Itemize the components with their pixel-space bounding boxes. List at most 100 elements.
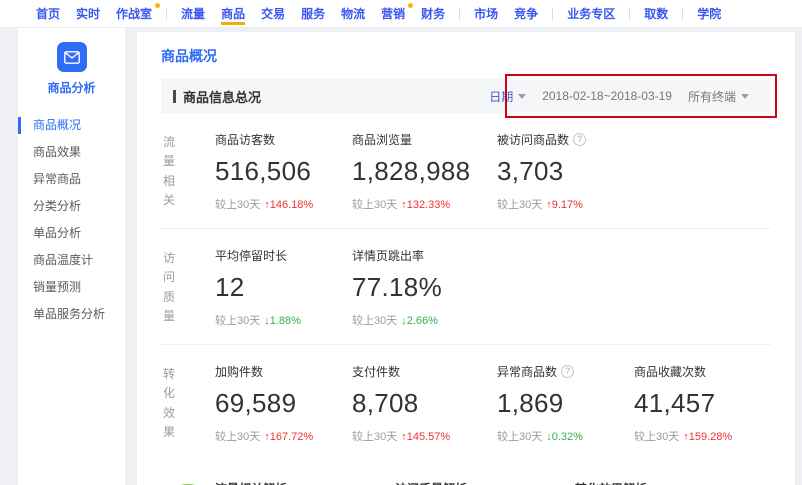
compare-label: 较上30天 xyxy=(634,431,679,443)
terminal-filter-label: 所有终端 xyxy=(688,88,736,105)
sidebar-item-single-product-service[interactable]: 单品服务分析 xyxy=(18,301,125,328)
nav-group: 首页 实时 作战室 xyxy=(28,0,160,27)
nav-item-label: 作战室 xyxy=(116,5,152,22)
metric-row-traffic: 流量相关 商品访客数 516,506 较上30天 ↑146.18% 商品浏览量 1… xyxy=(161,113,771,229)
sidebar-panel: 商品分析 商品概况 商品效果 异常商品 分类分析 单品分析 商品温度计 销量预测… xyxy=(18,28,125,485)
chevron-down-icon xyxy=(741,94,749,99)
page-title: 商品概况 xyxy=(161,46,771,66)
help-icon[interactable]: ? xyxy=(573,133,586,146)
nav-item-logistics[interactable]: 物流 xyxy=(333,0,373,27)
nav-item-finance[interactable]: 财务 xyxy=(413,0,453,27)
nav-group: 市场 竞争 xyxy=(466,0,546,27)
nav-divider xyxy=(682,8,683,20)
nav-item-marketing[interactable]: 营销 xyxy=(373,0,413,27)
metric-row-quality: 访问质量 平均停留时长 12 较上30天↓1.88% 详情页跳出率 77.18%… xyxy=(161,229,771,345)
sidebar-item-sales-forecast[interactable]: 销量预测 xyxy=(18,274,125,301)
metric-card-paid-items: 支付件数 8,708 较上30天↑145.57% xyxy=(352,363,497,444)
insight-title: 转化效果解析 xyxy=(575,480,755,485)
metric-card-abnormal-products: 异常商品数? 1,869 较上30天↓0.32% xyxy=(497,363,634,444)
metric-group-label: 转化效果 xyxy=(161,363,215,444)
metric-delta: ↓1.88% xyxy=(264,315,301,327)
date-filter-label: 日期 xyxy=(489,88,513,105)
nav-group: 业务专区 xyxy=(559,0,623,27)
top-navigation: 首页 实时 作战室 流量 商品 交易 服务 物流 营销 财务 市场 竞争 业务专… xyxy=(0,0,802,28)
metric-group-label: 流量相关 xyxy=(161,131,215,212)
filter-bar: 日期 2018-02-18~2018-03-19 所有终端 xyxy=(489,88,759,105)
compare-label: 较上30天 xyxy=(215,431,260,443)
metric-card-cart-adds: 加购件数 69,589 较上30天↑167.72% xyxy=(215,363,352,444)
sidebar-item-abnormal-products[interactable]: 异常商品 xyxy=(18,166,125,193)
sidebar-item-single-product-analysis[interactable]: 单品分析 xyxy=(18,220,125,247)
metric-delta: ↓0.32% xyxy=(546,431,583,443)
mail-icon xyxy=(57,42,87,72)
nav-divider xyxy=(166,8,167,20)
date-range-value[interactable]: 2018-02-18~2018-03-19 xyxy=(542,89,672,103)
sidebar-item-product-overview[interactable]: 商品概况 xyxy=(18,112,125,139)
sidebar-item-product-effect[interactable]: 商品效果 xyxy=(18,139,125,166)
nav-item-academy[interactable]: 学院 xyxy=(689,0,729,27)
metric-delta: ↑167.72% xyxy=(264,431,313,443)
sidebar-section-header: 商品分析 xyxy=(18,28,125,96)
nav-group: 学院 xyxy=(689,0,729,27)
insight-title: 访问质量解析 xyxy=(395,480,575,485)
insight-title: 流量相关解析 xyxy=(215,480,395,485)
metric-value: 516,506 xyxy=(215,156,352,187)
section-header: 商品信息总况 日期 2018-02-18~2018-03-19 所有终端 xyxy=(161,79,771,113)
nav-item-realtime[interactable]: 实时 xyxy=(68,0,108,27)
insight-conversion-column: 转化效果解析 加购转化率表现还不错，但支付转化率低于同行平均，赶快使用营销商品功… xyxy=(575,480,755,485)
sidebar: 商品分析 商品概况 商品效果 异常商品 分类分析 单品分析 商品温度计 销量预测… xyxy=(0,28,125,485)
insight-traffic-column: 流量相关解析 xyxy=(215,480,395,485)
metric-delta: ↑146.18% xyxy=(264,199,313,211)
nav-item-market[interactable]: 市场 xyxy=(466,0,506,27)
metric-title: 商品浏览量 xyxy=(352,131,412,148)
metric-row-conversion: 转化效果 加购件数 69,589 较上30天↑167.72% 支付件数 8,70… xyxy=(161,345,771,460)
section-marker xyxy=(173,90,176,103)
nav-item-service[interactable]: 服务 xyxy=(293,0,333,27)
terminal-filter-dropdown[interactable]: 所有终端 xyxy=(688,88,749,105)
compare-label: 较上30天 xyxy=(352,199,397,211)
nav-item-product[interactable]: 商品 xyxy=(213,0,253,27)
metric-value: 1,828,988 xyxy=(352,156,497,187)
sidebar-item-product-thermometer[interactable]: 商品温度计 xyxy=(18,247,125,274)
nav-item-data-extract[interactable]: 取数 xyxy=(636,0,676,27)
metric-delta: ↑9.17% xyxy=(546,199,583,211)
nav-item-traffic[interactable]: 流量 xyxy=(173,0,213,27)
compare-label: 较上30天 xyxy=(215,315,260,327)
metric-card-pageviews: 商品浏览量 1,828,988 较上30天 ↑132.33% xyxy=(352,131,497,212)
metric-delta: ↑159.28% xyxy=(683,431,732,443)
nav-item-warroom[interactable]: 作战室 xyxy=(108,0,160,27)
metric-card-avg-stay: 平均停留时长 12 较上30天↓1.88% xyxy=(215,247,352,328)
metric-value: 41,457 xyxy=(634,388,771,419)
metric-card-visitors: 商品访客数 516,506 较上30天 ↑146.18% xyxy=(215,131,352,212)
compare-label: 较上30天 xyxy=(352,431,397,443)
nav-divider xyxy=(552,8,553,20)
metric-title: 异常商品数 xyxy=(497,363,557,380)
sidebar-section-title: 商品分析 xyxy=(18,79,125,96)
metric-title: 加购件数 xyxy=(215,363,263,380)
nav-item-competition[interactable]: 竞争 xyxy=(506,0,546,27)
nav-divider xyxy=(629,8,630,20)
metric-delta: ↑145.57% xyxy=(401,431,450,443)
compare-label: 较上30天 xyxy=(215,199,260,211)
new-badge-icon xyxy=(155,3,160,8)
metric-value: 3,703 xyxy=(497,156,634,187)
nav-item-trade[interactable]: 交易 xyxy=(253,0,293,27)
help-icon[interactable]: ? xyxy=(561,365,574,378)
metric-title: 商品访客数 xyxy=(215,131,275,148)
metric-value: 77.18% xyxy=(352,272,497,303)
metric-value: 12 xyxy=(215,272,352,303)
metric-value: 1,869 xyxy=(497,388,634,419)
nav-divider xyxy=(459,8,460,20)
dashboard-screen: 首页 实时 作战室 流量 商品 交易 服务 物流 营销 财务 市场 竞争 业务专… xyxy=(0,0,802,485)
date-filter-dropdown[interactable]: 日期 xyxy=(489,88,526,105)
compare-label: 较上30天 xyxy=(352,315,397,327)
sidebar-item-category-analysis[interactable]: 分类分析 xyxy=(18,193,125,220)
metric-delta: ↑132.33% xyxy=(401,199,450,211)
nav-item-business-zone[interactable]: 业务专区 xyxy=(559,0,623,27)
nav-item-home[interactable]: 首页 xyxy=(28,0,68,27)
sidebar-menu: 商品概况 商品效果 异常商品 分类分析 单品分析 商品温度计 销量预测 单品服务… xyxy=(18,112,125,328)
metric-card-visited-products: 被访问商品数? 3,703 较上30天↑9.17% xyxy=(497,131,634,212)
main-content: 商品概况 商品信息总况 日期 2018-02-18~2018-03-19 所有终… xyxy=(125,28,802,485)
nav-group: 流量 商品 交易 服务 物流 营销 财务 xyxy=(173,0,453,27)
insights-section: 7天 数据解读 流量相关解析 访问质量解析 虽然商品详情页日均跳出率比同行平均好… xyxy=(161,480,771,485)
